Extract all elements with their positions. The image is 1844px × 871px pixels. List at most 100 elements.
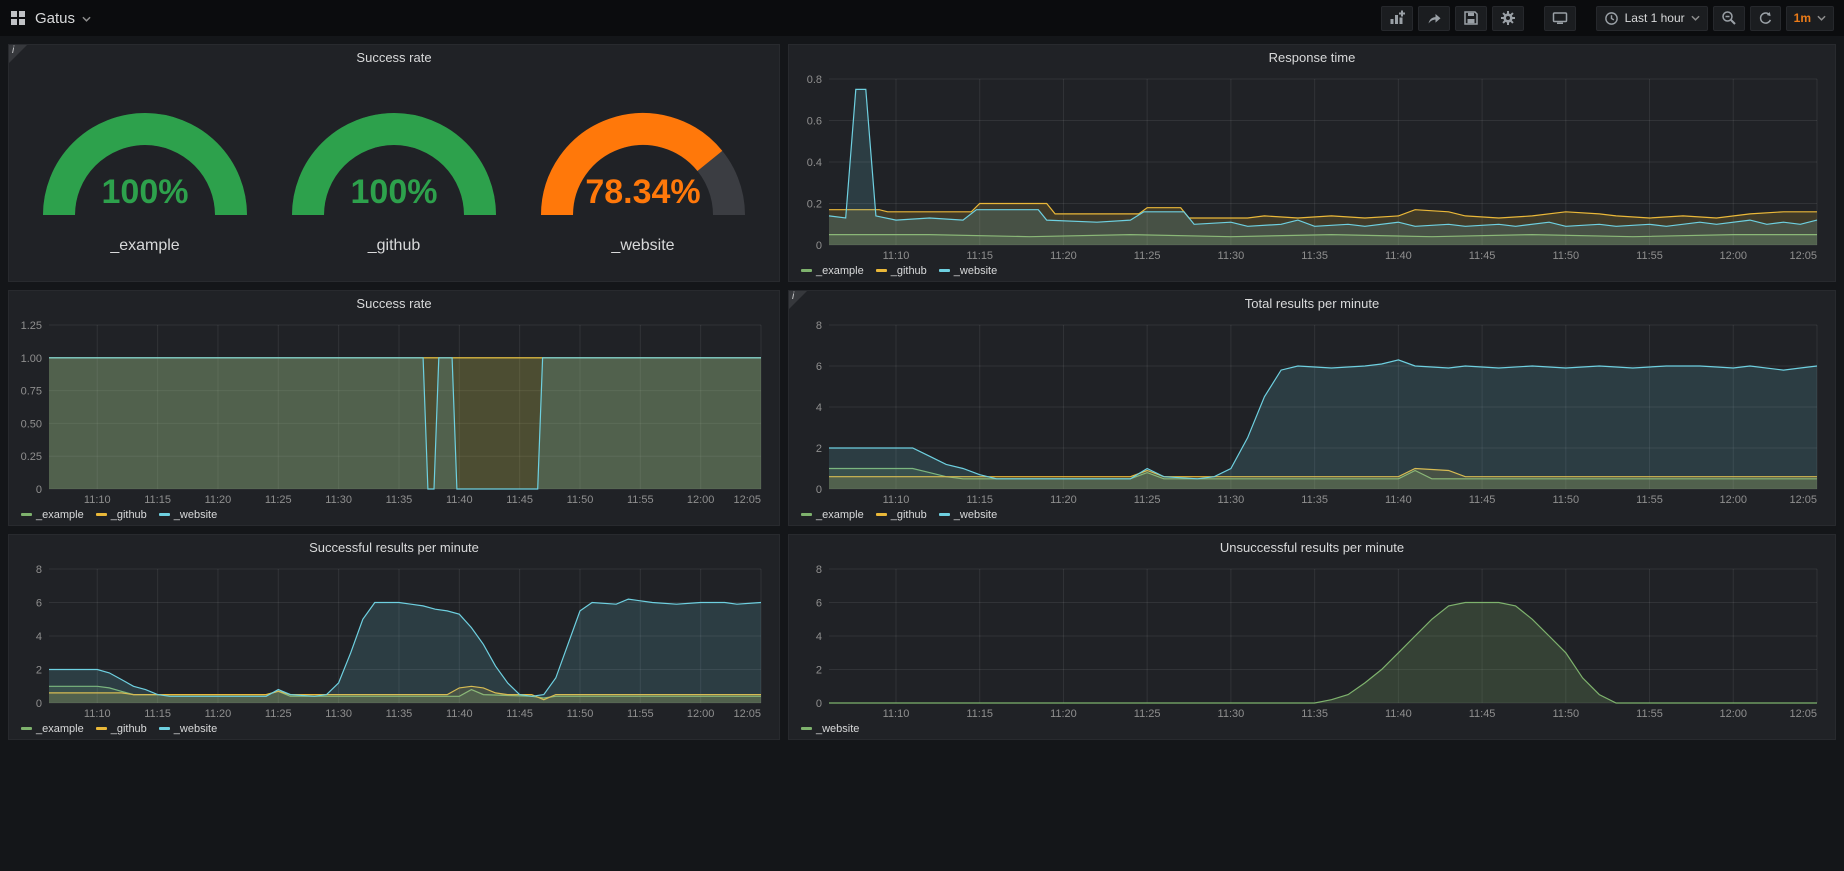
legend-swatch: [939, 269, 950, 272]
info-glyph: i: [12, 45, 14, 56]
legend-item-_website[interactable]: _website: [159, 723, 217, 735]
refresh-icon: [1758, 11, 1773, 26]
series-area-_website: [49, 599, 761, 703]
panel-info-icon[interactable]: i: [789, 291, 807, 309]
legend-item-_github[interactable]: _github: [96, 723, 147, 735]
gauge-_example: 100%_example: [32, 93, 258, 255]
add-panel-button[interactable]: [1381, 6, 1413, 31]
legend-item-_example[interactable]: _example: [21, 509, 84, 521]
chart-total-results[interactable]: 0246811:1011:1511:2011:2511:3011:3511:40…: [793, 317, 1831, 507]
x-tick-label: 11:55: [1636, 250, 1663, 262]
x-tick-label: 11:45: [506, 494, 533, 506]
chart-unsuccessful-results[interactable]: 0246811:1011:1511:2011:2511:3011:3511:40…: [793, 561, 1831, 721]
y-tick-label: 0.2: [807, 199, 822, 211]
x-tick-label: 11:20: [205, 708, 232, 720]
chevron-down-icon: [1817, 15, 1826, 21]
panel-info-icon[interactable]: i: [9, 45, 27, 63]
legend-label: _example: [36, 509, 84, 521]
x-tick-label: 12:05: [1789, 250, 1817, 262]
x-tick-label: 12:00: [1720, 494, 1748, 506]
panel-title-unsuccessful-results[interactable]: Unsuccessful results per minute: [789, 535, 1835, 561]
legend-unsuccessful-results: _website: [789, 721, 1835, 739]
legend-response-time: _example _github _website: [789, 263, 1835, 281]
x-tick-label: 11:35: [1301, 250, 1328, 262]
refresh-interval-dropdown[interactable]: 1m: [1786, 6, 1834, 31]
legend-swatch: [939, 513, 950, 516]
x-tick-label: 11:35: [1301, 494, 1328, 506]
gauge-arc-svg: 100%: [32, 93, 258, 233]
chart-response-time[interactable]: 00.20.40.60.811:1011:1511:2011:2511:3011…: [793, 71, 1831, 263]
legend-item-_website[interactable]: _website: [939, 265, 997, 277]
series-area-_website: [829, 603, 1817, 704]
legend-item-_website[interactable]: _website: [159, 509, 217, 521]
x-tick-label: 11:20: [1050, 494, 1077, 506]
time-range-picker[interactable]: Last 1 hour: [1596, 6, 1708, 31]
legend-item-_example[interactable]: _example: [801, 509, 864, 521]
chart-success-rate[interactable]: 00.250.500.751.001.2511:1011:1511:2011:2…: [13, 317, 775, 507]
y-tick-label: 4: [36, 631, 42, 643]
x-tick-label: 11:55: [1636, 494, 1663, 506]
legend-item-_website[interactable]: _website: [801, 723, 859, 735]
x-tick-label: 11:15: [144, 494, 171, 506]
refresh-button[interactable]: [1750, 6, 1781, 31]
gauge-arc-svg: 78.34%: [530, 93, 756, 233]
x-tick-label: 12:00: [1720, 708, 1748, 720]
chevron-down-icon: [1691, 15, 1700, 21]
legend-item-_example[interactable]: _example: [801, 265, 864, 277]
legend-swatch: [801, 727, 812, 730]
y-tick-label: 4: [816, 402, 822, 414]
x-tick-label: 11:45: [1469, 494, 1496, 506]
y-tick-label: 2: [816, 665, 822, 677]
share-icon: [1426, 10, 1442, 26]
y-tick-label: 8: [36, 564, 42, 576]
x-tick-label: 11:40: [1385, 708, 1412, 720]
panel-title-successful-results[interactable]: Successful results per minute: [9, 535, 779, 561]
panel-title-success-rate-gauges[interactable]: Success rate: [9, 45, 779, 71]
x-tick-label: 11:10: [883, 250, 910, 262]
chart-svg-total: 0246811:1011:1511:2011:2511:3011:3511:40…: [793, 317, 1831, 507]
y-tick-label: 8: [816, 320, 822, 332]
x-tick-label: 11:50: [1552, 708, 1579, 720]
legend-item-_github[interactable]: _github: [876, 509, 927, 521]
zoom-out-button[interactable]: [1713, 6, 1745, 31]
legend-item-_example[interactable]: _example: [21, 723, 84, 735]
x-tick-label: 11:25: [265, 708, 292, 720]
x-tick-label: 11:30: [325, 494, 352, 506]
legend-item-_github[interactable]: _github: [876, 265, 927, 277]
tv-mode-button[interactable]: [1544, 6, 1576, 31]
settings-button[interactable]: [1492, 6, 1524, 31]
save-button[interactable]: [1455, 6, 1487, 31]
x-tick-label: 11:10: [883, 494, 910, 506]
legend-swatch: [96, 513, 107, 516]
chart-successful-results[interactable]: 0246811:1011:1511:2011:2511:3011:3511:40…: [13, 561, 775, 721]
legend-swatch: [159, 727, 170, 730]
share-button[interactable]: [1418, 6, 1450, 31]
legend-swatch: [96, 727, 107, 730]
legend-swatch: [801, 269, 812, 272]
y-tick-label: 6: [816, 598, 822, 610]
x-tick-label: 11:30: [1218, 708, 1245, 720]
y-tick-label: 6: [816, 361, 822, 373]
chart-svg-success: 0246811:1011:1511:2011:2511:3011:3511:40…: [13, 561, 775, 721]
navbar-actions: Last 1 hour 1m: [1381, 6, 1834, 31]
info-glyph: i: [792, 291, 794, 302]
legend-item-_website[interactable]: _website: [939, 509, 997, 521]
y-tick-label: 0: [816, 484, 822, 496]
x-tick-label: 11:50: [1552, 494, 1579, 506]
panel-title-response-time[interactable]: Response time: [789, 45, 1835, 71]
y-tick-label: 8: [816, 564, 822, 576]
panel-title-success-rate-graph[interactable]: Success rate: [9, 291, 779, 317]
legend-swatch: [876, 269, 887, 272]
legend-label: _website: [174, 723, 217, 735]
dashboard-title-dropdown[interactable]: Gatus: [35, 9, 91, 27]
x-tick-label: 11:45: [1469, 708, 1496, 720]
panel-title-total-results[interactable]: Total results per minute: [789, 291, 1835, 317]
legend-label: _github: [891, 509, 927, 521]
legend-item-_github[interactable]: _github: [96, 509, 147, 521]
panel-successful-results: Successful results per minute 0246811:10…: [8, 534, 780, 740]
legend-label: _github: [111, 509, 147, 521]
dashboards-icon[interactable]: [10, 10, 26, 26]
x-tick-label: 11:45: [1469, 250, 1496, 262]
legend-label: _example: [816, 509, 864, 521]
x-tick-label: 11:30: [1218, 494, 1245, 506]
